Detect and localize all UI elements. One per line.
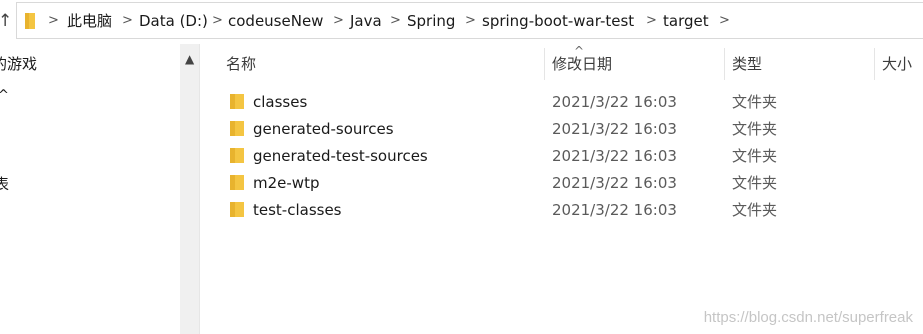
nav-scrollbar[interactable] xyxy=(180,44,199,334)
nav-item-partial[interactable]: ^ xyxy=(0,86,9,106)
file-date: 2021/3/22 16:03 xyxy=(552,201,677,219)
up-arrow-icon[interactable]: ↑ xyxy=(0,11,12,31)
file-type: 文件夹 xyxy=(732,147,778,165)
breadcrumb-separator-icon[interactable]: > xyxy=(719,11,730,31)
column-header-row: ^ 名称 修改日期 类型 大小 xyxy=(200,44,923,84)
watermark: https://blog.csdn.net/superfreak xyxy=(703,309,913,326)
file-row[interactable]: m2e-wtp 2021/3/22 16:03 文件夹 xyxy=(200,170,923,197)
breadcrumb-separator-icon[interactable]: > xyxy=(465,11,476,31)
breadcrumb-separator-icon[interactable]: > xyxy=(646,11,657,31)
file-name[interactable]: classes xyxy=(253,92,307,112)
folder-icon xyxy=(25,13,35,29)
navigation-pane: 的游戏 ^ 表 xyxy=(0,44,180,334)
nav-item-table[interactable]: 表 xyxy=(0,174,9,194)
column-divider[interactable] xyxy=(874,48,875,80)
breadcrumb-target[interactable]: target xyxy=(663,11,709,31)
breadcrumb-java[interactable]: Java xyxy=(350,11,382,31)
column-header-name[interactable]: 名称 xyxy=(226,54,256,74)
file-name[interactable]: test-classes xyxy=(253,200,342,220)
file-type: 文件夹 xyxy=(732,120,778,138)
column-header-type[interactable]: 类型 xyxy=(732,54,762,74)
breadcrumb-separator-icon[interactable]: > xyxy=(212,11,223,31)
breadcrumb-this-pc[interactable]: 此电脑 xyxy=(67,11,112,31)
folder-icon xyxy=(230,121,244,136)
file-name[interactable]: generated-sources xyxy=(253,119,394,139)
file-date: 2021/3/22 16:03 xyxy=(552,174,677,192)
folder-icon xyxy=(230,94,244,109)
column-divider[interactable] xyxy=(724,48,725,80)
column-header-size[interactable]: 大小 xyxy=(882,54,912,74)
file-name[interactable]: m2e-wtp xyxy=(253,173,319,193)
breadcrumb-separator-icon[interactable]: > xyxy=(390,11,401,31)
file-name[interactable]: generated-test-sources xyxy=(253,146,428,166)
file-type: 文件夹 xyxy=(732,174,778,192)
file-date: 2021/3/22 16:03 xyxy=(552,93,677,111)
file-date: 2021/3/22 16:03 xyxy=(552,147,677,165)
breadcrumb-separator-icon[interactable]: > xyxy=(122,11,133,31)
breadcrumb-data-drive[interactable]: Data (D:) xyxy=(139,11,208,31)
file-row[interactable]: classes 2021/3/22 16:03 文件夹 xyxy=(200,89,923,116)
breadcrumb-codeusenew[interactable]: codeuseNew xyxy=(228,11,323,31)
breadcrumb-spring-boot-war-test[interactable]: spring-boot-war-test xyxy=(482,11,634,31)
file-row[interactable]: test-classes 2021/3/22 16:03 文件夹 xyxy=(200,197,923,224)
breadcrumb-spring[interactable]: Spring xyxy=(407,11,455,31)
folder-icon xyxy=(230,148,244,163)
column-divider[interactable] xyxy=(544,48,545,80)
file-row[interactable]: generated-sources 2021/3/22 16:03 文件夹 xyxy=(200,116,923,143)
address-row: ↑ > 此电脑 > Data (D:) > codeuseNew > Java … xyxy=(0,0,923,44)
nav-item-games[interactable]: 的游戏 xyxy=(0,54,37,74)
column-header-date[interactable]: 修改日期 xyxy=(552,54,612,74)
file-row[interactable]: generated-test-sources 2021/3/22 16:03 文… xyxy=(200,143,923,170)
file-date: 2021/3/22 16:03 xyxy=(552,120,677,138)
scroll-up-icon[interactable]: ▲ xyxy=(185,52,194,66)
folder-icon xyxy=(230,175,244,190)
file-type: 文件夹 xyxy=(732,201,778,219)
folder-icon xyxy=(230,202,244,217)
breadcrumb-separator-icon[interactable]: > xyxy=(333,11,344,31)
breadcrumb-separator-icon[interactable]: > xyxy=(48,11,59,31)
file-type: 文件夹 xyxy=(732,93,778,111)
